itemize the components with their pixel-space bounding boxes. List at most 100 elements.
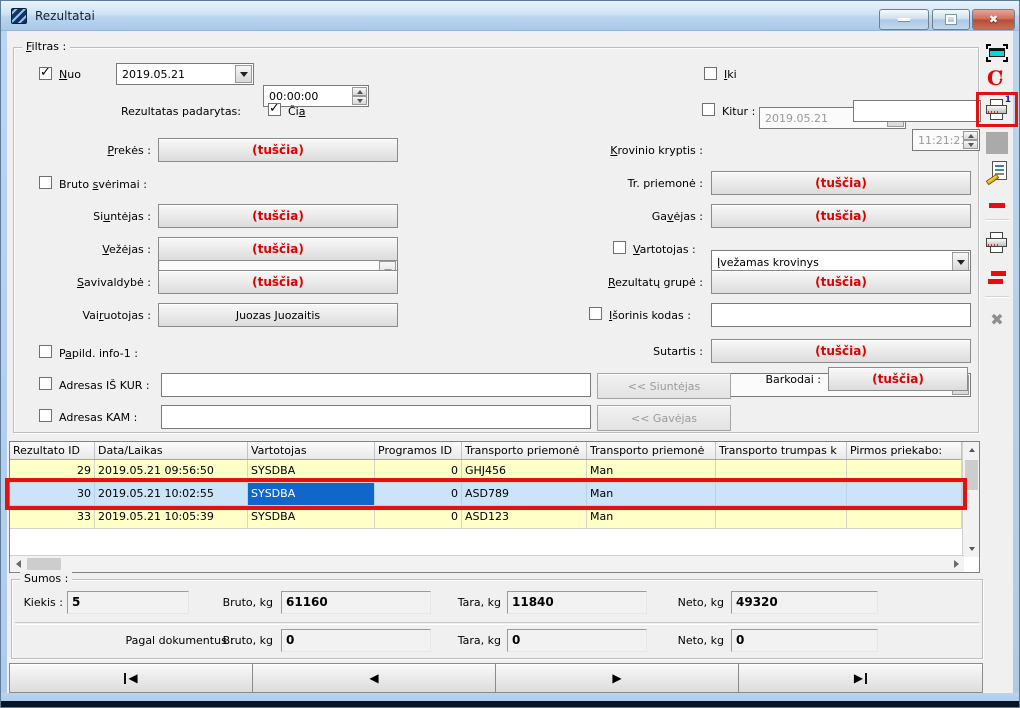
rezultatu-grupe-label: Rezultatų grupė :: [561, 275, 703, 290]
rezultatu-grupe-button[interactable]: (tuščia): [711, 270, 971, 294]
iki-checkbox[interactable]: [704, 67, 717, 80]
nav-last-button[interactable]: ▶: [738, 663, 983, 693]
grid-cell[interactable]: 29: [10, 460, 95, 483]
horizontal-scroll-thumb[interactable]: [27, 558, 61, 570]
grid-cell[interactable]: [847, 483, 962, 506]
fit-window-button[interactable]: [983, 39, 1011, 67]
blank-tool-button[interactable]: [983, 129, 1011, 157]
minimize-button[interactable]: [879, 9, 929, 30]
maximize-button[interactable]: [932, 9, 970, 30]
grid-cell[interactable]: 2019.05.21 09:56:50: [95, 460, 248, 483]
nuo-date-combobox[interactable]: 2019.05.21: [116, 63, 254, 85]
sutartis-value: (tuščia): [815, 344, 867, 358]
vartotojas-checkbox[interactable]: [613, 241, 626, 254]
vairuotojas-button[interactable]: Juozas Juozaitis: [158, 303, 398, 327]
prekes-label: Prekės :: [21, 143, 151, 158]
adresas-is-kur-checkbox[interactable]: [39, 377, 52, 390]
isorinis-kodas-checkbox[interactable]: [589, 307, 602, 320]
grid-cell[interactable]: ASD123: [462, 506, 587, 529]
scroll-right-icon[interactable]: [948, 556, 964, 572]
gavejas-button[interactable]: (tuščia): [711, 204, 971, 228]
bruto-sverimai-checkbox[interactable]: [39, 176, 52, 189]
scroll-left-icon[interactable]: [10, 556, 26, 572]
nuo-date-dropdown-icon[interactable]: [235, 65, 252, 83]
tr-priemone-button[interactable]: (tuščia): [711, 171, 971, 195]
prekes-value: (tuščia): [252, 143, 304, 157]
edit-results-button[interactable]: [983, 158, 1011, 186]
refresh-button[interactable]: C!: [983, 65, 1011, 93]
savivaldybe-value: (tuščia): [252, 275, 304, 289]
print-button[interactable]: [983, 229, 1011, 257]
remove-group-button[interactable]: [983, 263, 1011, 291]
vezejas-button[interactable]: (tuščia): [158, 237, 398, 261]
grid-header-cell[interactable]: Transporto trumpas k: [716, 442, 847, 459]
grid-cell[interactable]: [716, 483, 847, 506]
copy-gavejas-button[interactable]: << Gavėjas: [597, 405, 731, 431]
grid-vertical-scrollbar[interactable]: [962, 442, 979, 557]
adresas-kam-checkbox[interactable]: [39, 409, 52, 422]
kitur-checkbox[interactable]: [702, 103, 715, 116]
grid-header-cell[interactable]: Vartotojas: [248, 442, 375, 459]
grid-cell[interactable]: [716, 506, 847, 529]
grid-cell[interactable]: SYSDBA: [248, 460, 375, 483]
papild-info-checkbox[interactable]: [39, 345, 52, 358]
grid-header-cell[interactable]: Transporto priemonė: [462, 442, 587, 459]
grid-cell[interactable]: 30: [10, 483, 95, 506]
remove-line-button[interactable]: [983, 191, 1011, 219]
grid-header-cell[interactable]: Rezultato ID: [10, 442, 95, 459]
grid-cell[interactable]: [847, 460, 962, 483]
grid-cell[interactable]: [847, 506, 962, 529]
grid-header-cell[interactable]: Pirmos priekabo:: [847, 442, 962, 459]
print-results-button[interactable]: 1: [983, 96, 1011, 124]
grid-cell[interactable]: Man: [587, 506, 716, 529]
grid-cell[interactable]: SYSDBA: [248, 483, 375, 506]
nav-prev-button[interactable]: ◀: [252, 663, 496, 693]
nav-next-button[interactable]: ▶: [495, 663, 739, 693]
grid-cell[interactable]: ASD789: [462, 483, 587, 506]
close-button[interactable]: ✖: [972, 9, 1015, 30]
grid-horizontal-scrollbar[interactable]: [10, 555, 964, 572]
scroll-up-icon[interactable]: [963, 442, 980, 458]
vertical-scroll-thumb[interactable]: [965, 460, 978, 490]
grid-header-cell[interactable]: Data/Laikas: [95, 442, 248, 459]
grid-cell[interactable]: 2019.05.21 10:02:55: [95, 483, 248, 506]
sutartis-button[interactable]: (tuščia): [711, 339, 971, 363]
grid-cell[interactable]: 0: [375, 483, 462, 506]
grid-cell[interactable]: Man: [587, 483, 716, 506]
adresas-is-kur-input[interactable]: [161, 373, 591, 397]
kitur-input[interactable]: [853, 100, 981, 122]
iki-time-spin-buttons[interactable]: [963, 131, 978, 149]
nav-first-button[interactable]: ◀: [9, 663, 253, 693]
prekes-button[interactable]: (tuščia): [158, 138, 398, 162]
grid-cell[interactable]: Man: [587, 460, 716, 483]
grid-cell[interactable]: 33: [10, 506, 95, 529]
grid-row[interactable]: 302019.05.21 10:02:55SYSDBA0ASD789Man: [10, 483, 962, 506]
adresas-kam-input[interactable]: [161, 405, 591, 429]
grid-cell[interactable]: 0: [375, 460, 462, 483]
delete-button[interactable]: ✖: [983, 306, 1011, 334]
isorinis-kodas-input[interactable]: [711, 303, 971, 327]
nuo-checkbox[interactable]: [39, 67, 52, 80]
grid-row[interactable]: 332019.05.21 10:05:39SYSDBA0ASD123Man: [10, 506, 962, 529]
grid-cell[interactable]: 0: [375, 506, 462, 529]
siuntejas-button[interactable]: (tuščia): [158, 204, 398, 228]
grid-row[interactable]: 292019.05.21 09:56:50SYSDBA0GHJ456Man: [10, 460, 962, 483]
iki-time-spinner[interactable]: 11:21:21: [912, 129, 980, 151]
grid-cell[interactable]: GHJ456: [462, 460, 587, 483]
gavejas-value: (tuščia): [815, 209, 867, 223]
grid-cell[interactable]: SYSDBA: [248, 506, 375, 529]
siuntejas-value: (tuščia): [252, 209, 304, 223]
grid-cell[interactable]: [716, 460, 847, 483]
grid-header-cell[interactable]: Programos ID: [375, 442, 462, 459]
grid-cell[interactable]: 2019.05.21 10:05:39: [95, 506, 248, 529]
barkodai-button[interactable]: (tuščia): [828, 367, 968, 391]
window-frame-right: [1013, 31, 1020, 693]
grid-header-cell[interactable]: Transporto priemonė: [587, 442, 716, 459]
scroll-down-icon[interactable]: [963, 541, 980, 557]
savivaldybe-button[interactable]: (tuščia): [158, 270, 398, 294]
results-grid: Rezultato IDData/LaikasVartotojasProgram…: [9, 441, 980, 573]
gavejas-label: Gavėjas :: [561, 209, 703, 224]
krovinio-kryptis-dropdown-icon[interactable]: [952, 252, 969, 272]
nuo-time-spin-buttons[interactable]: [352, 87, 367, 105]
cia-checkbox[interactable]: [268, 103, 281, 116]
